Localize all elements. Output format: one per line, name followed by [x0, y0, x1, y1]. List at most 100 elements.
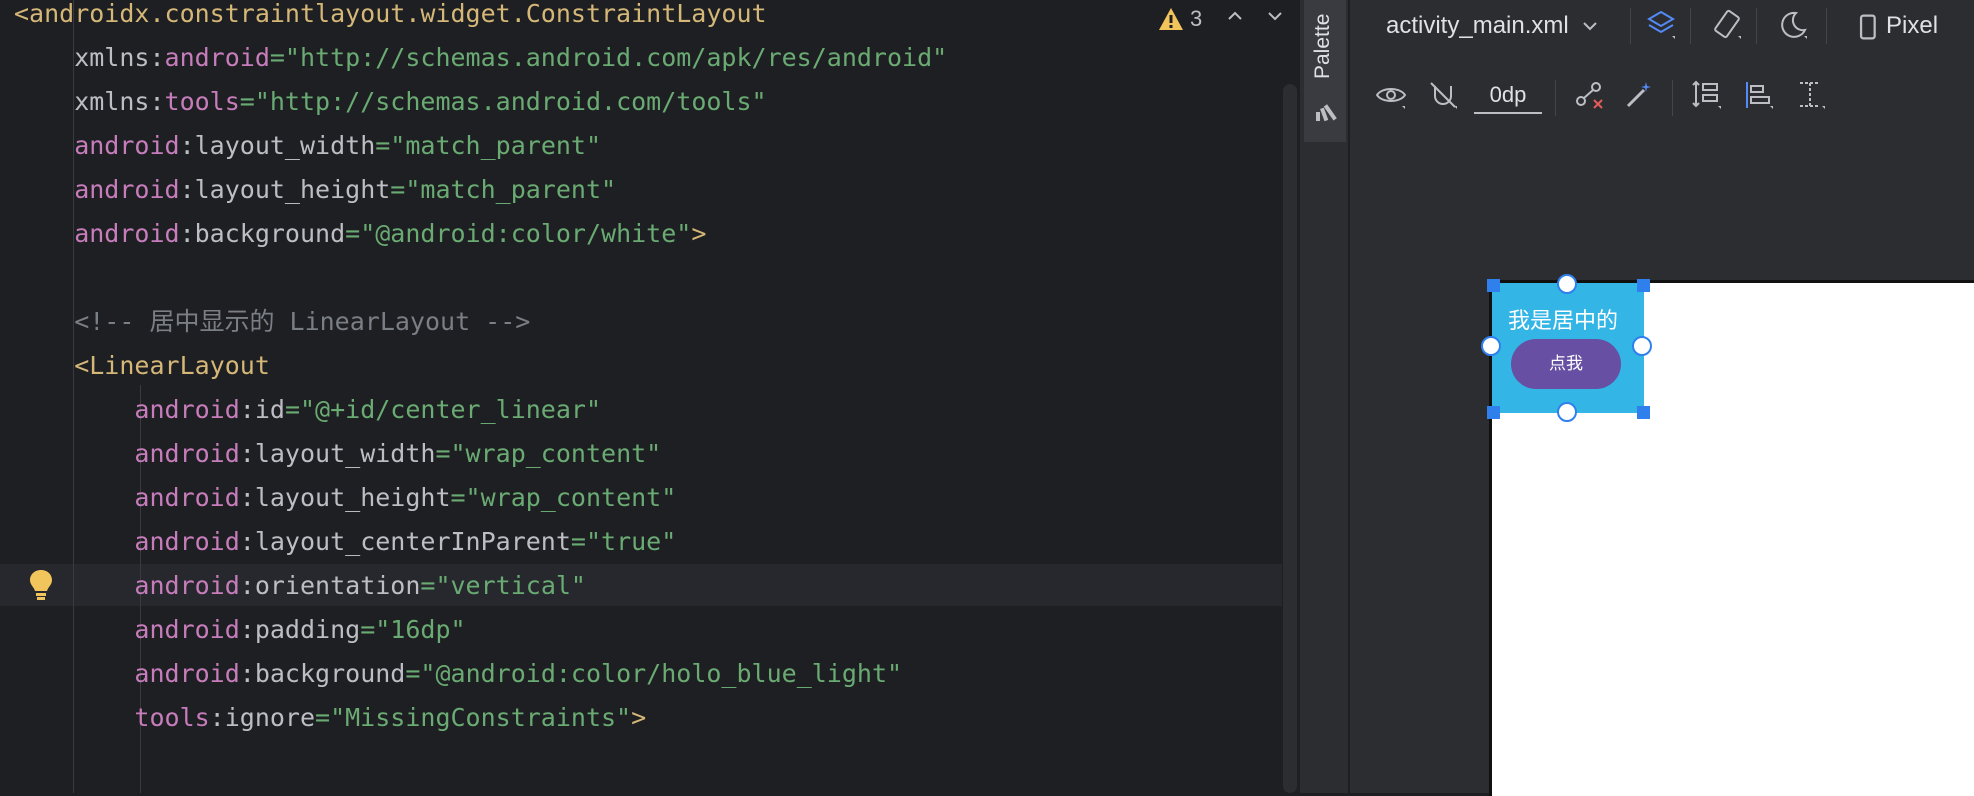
- code-line[interactable]: android:id="@+id/center_linear": [14, 388, 601, 432]
- code-line[interactable]: xmlns:tools="http://schemas.android.com/…: [14, 80, 767, 124]
- preview-button[interactable]: 点我: [1511, 339, 1621, 389]
- code-token: android: [14, 615, 240, 644]
- code-token: tools: [14, 703, 210, 732]
- code-token: :orientation: [239, 571, 421, 600]
- design-surface-icon[interactable]: [1644, 8, 1678, 42]
- code-token: android: [164, 43, 270, 72]
- code-token: :layout_height: [239, 483, 451, 512]
- code-token: :layout_height: [179, 175, 391, 204]
- clear-constraints-icon[interactable]: [1572, 78, 1606, 112]
- code-token: android: [14, 175, 180, 204]
- code-token: ="@android:color/white": [345, 219, 692, 248]
- file-name-label: activity_main.xml: [1386, 12, 1569, 39]
- code-line[interactable]: tools:ignore="MissingConstraints">: [14, 696, 646, 740]
- code-line[interactable]: android:layout_height="match_parent": [14, 168, 616, 212]
- toolbar-separator: [1630, 8, 1631, 44]
- preview-text: 我是居中的: [1508, 308, 1619, 333]
- resize-handle-bottom-right[interactable]: [1637, 406, 1650, 419]
- code-token: >: [691, 219, 707, 248]
- code-line[interactable]: xmlns:android="http://schemas.android.co…: [14, 36, 947, 80]
- code-token: <androidx.constraintlayout.widget.Constr…: [14, 0, 767, 28]
- night-mode-icon[interactable]: [1776, 8, 1810, 42]
- constraint-handle-bottom[interactable]: [1557, 402, 1577, 422]
- code-token: ="http://schemas.android.com/apk/res/and…: [269, 43, 948, 72]
- toolbar-separator: [1690, 8, 1691, 44]
- code-token: :layout_centerInParent: [239, 527, 571, 556]
- code-token: xmlns:: [14, 43, 165, 72]
- toolbar-separator: [1826, 8, 1827, 44]
- code-editor[interactable]: <androidx.constraintlayout.widget.Constr…: [0, 0, 1282, 793]
- guidelines-icon[interactable]: [1794, 78, 1828, 112]
- code-token: ="http://schemas.android.com/tools": [239, 87, 767, 116]
- code-line[interactable]: android:layout_width="match_parent": [14, 124, 601, 168]
- code-line[interactable]: android:background="@android:color/holo_…: [14, 652, 902, 696]
- default-margin-dropdown[interactable]: 0dp: [1474, 80, 1542, 114]
- toolbar-separator: [1672, 80, 1673, 116]
- code-token: android: [14, 439, 240, 468]
- code-token: ="true": [570, 527, 677, 556]
- pack-icon[interactable]: [1690, 78, 1724, 112]
- palette-icon: [1316, 104, 1337, 122]
- code-token: <!-- 居中显示的 LinearLayout -->: [14, 307, 531, 336]
- code-token: :layout_width: [179, 131, 376, 160]
- code-line[interactable]: <!-- 居中显示的 LinearLayout -->: [14, 300, 530, 344]
- warning-count: 3: [1190, 6, 1203, 31]
- editor-scrollbar-thumb[interactable]: [1283, 84, 1297, 793]
- infer-constraints-icon[interactable]: [1622, 78, 1656, 112]
- code-token: ="wrap_content": [435, 439, 662, 468]
- eye-icon[interactable]: [1374, 78, 1408, 112]
- code-token: ="wrap_content": [450, 483, 677, 512]
- code-token: :id: [239, 395, 285, 424]
- code-line[interactable]: android:orientation="vertical": [14, 564, 586, 608]
- code-token: ="match_parent": [390, 175, 617, 204]
- code-token: >: [631, 703, 647, 732]
- resize-handle-bottom-left[interactable]: [1487, 406, 1500, 419]
- code-token: android: [14, 527, 240, 556]
- lightbulb-icon[interactable]: [28, 568, 54, 602]
- code-token: ="match_parent": [375, 131, 602, 160]
- code-token: android: [14, 395, 240, 424]
- code-line[interactable]: <androidx.constraintlayout.widget.Constr…: [14, 0, 767, 36]
- code-token: ="@+id/center_linear": [284, 395, 602, 424]
- code-token: ="@android:color/holo_blue_light": [405, 659, 903, 688]
- code-token: ="vertical": [420, 571, 586, 600]
- chevron-up-icon[interactable]: [1222, 6, 1248, 32]
- chevron-down-icon: [1583, 22, 1598, 31]
- code-line[interactable]: android:layout_centerInParent="true": [14, 520, 676, 564]
- file-dropdown[interactable]: activity_main.xml: [1386, 12, 1599, 40]
- code-token: xmlns:: [14, 87, 165, 116]
- code-token: :layout_width: [239, 439, 436, 468]
- code-line[interactable]: <LinearLayout: [14, 344, 270, 388]
- code-token: tools: [164, 87, 240, 116]
- code-token: android: [14, 219, 180, 248]
- code-token: :padding: [239, 615, 361, 644]
- magnet-off-icon[interactable]: [1426, 78, 1460, 112]
- resize-handle-top-left[interactable]: [1487, 279, 1500, 292]
- toolbar-separator: [1756, 8, 1757, 44]
- code-token: :background: [179, 219, 346, 248]
- warning-icon: [1159, 8, 1183, 30]
- resize-handle-top-right[interactable]: [1637, 279, 1650, 292]
- constraint-handle-top[interactable]: [1557, 274, 1577, 294]
- orientation-icon[interactable]: [1710, 8, 1744, 42]
- toolbar-separator: [1555, 80, 1556, 116]
- device-dropdown[interactable]: Pixel: [1886, 12, 1938, 40]
- code-token: ="MissingConstraints": [315, 703, 632, 732]
- constraint-handle-right[interactable]: [1632, 336, 1652, 356]
- code-token: <LinearLayout: [14, 351, 270, 380]
- code-line[interactable]: android:padding="16dp": [14, 608, 466, 652]
- code-token: ="16dp": [360, 615, 466, 644]
- constraint-handle-left[interactable]: [1481, 336, 1501, 356]
- palette-tab-label: Palette: [1311, 14, 1334, 80]
- code-line[interactable]: android:layout_width="wrap_content": [14, 432, 661, 476]
- code-token: :background: [239, 659, 406, 688]
- code-line[interactable]: android:layout_height="wrap_content": [14, 476, 676, 520]
- inspection-widget[interactable]: 3: [1158, 4, 1202, 34]
- code-token: android: [14, 483, 240, 512]
- device-icon: [1859, 14, 1876, 40]
- code-line[interactable]: android:background="@android:color/white…: [14, 212, 706, 256]
- align-icon[interactable]: [1742, 78, 1776, 112]
- code-token: android: [14, 659, 240, 688]
- code-token: :ignore: [209, 703, 316, 732]
- code-token: android: [14, 131, 180, 160]
